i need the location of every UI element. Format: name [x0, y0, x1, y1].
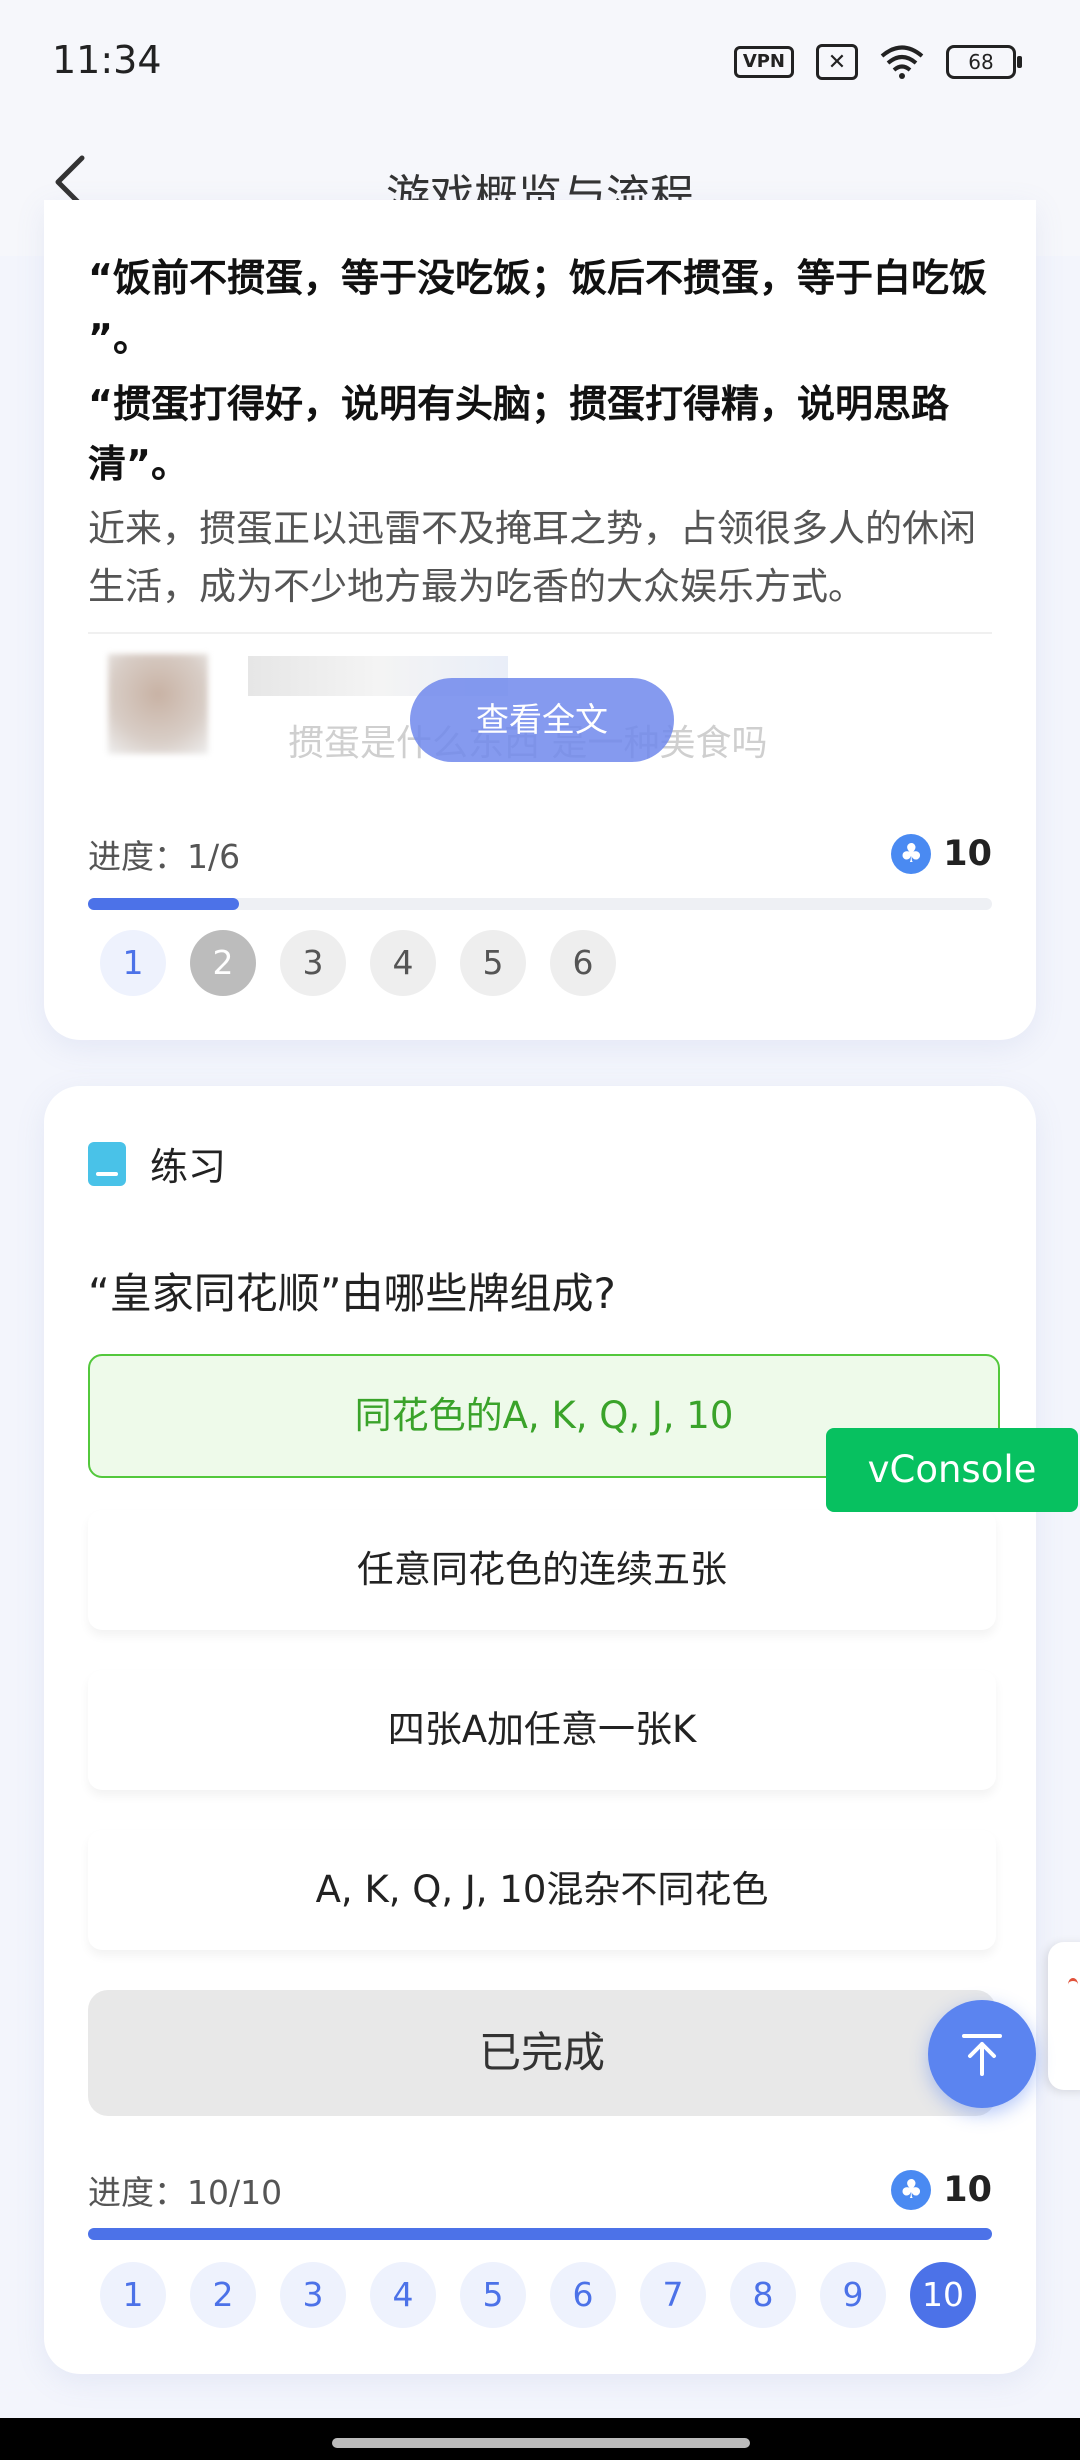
wifi-icon [1068, 1978, 1078, 1991]
coin-icon: ♣ [891, 834, 932, 874]
step-1[interactable]: 1 [100, 930, 166, 996]
wifi-icon [880, 45, 924, 79]
home-indicator[interactable] [332, 2438, 750, 2448]
coin-count: 10 [943, 834, 992, 874]
progress-label: 进度：1/6 [88, 837, 241, 876]
article-quote-1: “饭前不掼蛋，等于没吃饭；饭后不掼蛋，等于白吃饭 ”。 [88, 256, 987, 360]
status-icons: VPN ✕ 68 [733, 44, 1022, 80]
scroll-to-top-button[interactable] [928, 2000, 1036, 2108]
progress-bar [88, 898, 992, 910]
avatar [108, 654, 208, 754]
coin-icon: ♣ [891, 2170, 932, 2210]
progress-bar [88, 2228, 992, 2240]
section-header: 练习 [88, 1136, 226, 1191]
step-5[interactable]: 5 [460, 2262, 526, 2328]
gesture-bar [0, 2418, 1080, 2460]
practice-card: 练习 “皇家同花顺”由哪些牌组成? 同花色的A, K, Q, J, 10 任意同… [44, 1086, 1036, 2374]
step-8[interactable]: 8 [730, 2262, 796, 2328]
completed-button[interactable]: 已完成 [88, 1990, 996, 2116]
lesson-progress-row: 进度：1/6 ♣ 10 [88, 830, 992, 878]
step-3[interactable]: 3 [280, 2262, 346, 2328]
coin-group: ♣ 10 [891, 834, 992, 874]
step-2[interactable]: 2 [190, 930, 256, 996]
progress-bar-fill [88, 2228, 992, 2240]
article-quote-2: “掼蛋打得好，说明有头脑；掼蛋打得精，说明思路清”。 [88, 382, 949, 486]
step-2[interactable]: 2 [190, 2262, 256, 2328]
vpn-icon: VPN [733, 46, 794, 78]
step-6[interactable]: 6 [550, 930, 616, 996]
step-5[interactable]: 5 [460, 930, 526, 996]
practice-progress-row: 进度：10/10 ♣ 10 [88, 2166, 992, 2214]
coin-group: ♣ 10 [891, 2170, 992, 2210]
article-content: “饭前不掼蛋，等于没吃饭；饭后不掼蛋，等于白吃饭 ”。 “掼蛋打得好，说明有头脑… [88, 248, 992, 616]
step-9[interactable]: 9 [820, 2262, 886, 2328]
step-7[interactable]: 7 [640, 2262, 706, 2328]
article-card: “饭前不掼蛋，等于没吃饭；饭后不掼蛋，等于白吃饭 ”。 “掼蛋打得好，说明有头脑… [44, 200, 1036, 1040]
edge-widget[interactable] [1048, 1942, 1080, 2090]
article-paragraph: 近来，掼蛋正以迅雷不及掩耳之势，占领很多人的休闲生活，成为不少地方最为吃香的大众… [88, 507, 976, 608]
no-sim-icon: ✕ [816, 44, 858, 80]
step-4[interactable]: 4 [370, 930, 436, 996]
answer-option[interactable]: 四张A加任意一张K [88, 1670, 996, 1790]
battery-icon: 68 [946, 45, 1022, 79]
section-title: 练习 [150, 1145, 227, 1189]
question-text: “皇家同花顺”由哪些牌组成? [88, 1269, 616, 1318]
answer-option[interactable]: A, K, Q, J, 10混杂不同花色 [88, 1830, 996, 1950]
progress-bar-fill [88, 898, 239, 910]
note-icon [88, 1141, 126, 1186]
step-6[interactable]: 6 [550, 2262, 616, 2328]
step-4[interactable]: 4 [370, 2262, 436, 2328]
step-indicator: 1 2 3 4 5 6 7 8 9 10 [100, 2262, 976, 2328]
answer-option[interactable]: 任意同花色的连续五张 [88, 1510, 996, 1630]
step-3[interactable]: 3 [280, 930, 346, 996]
coin-count: 10 [943, 2170, 992, 2210]
arrow-up-icon [962, 2034, 1002, 2076]
progress-label: 进度：10/10 [88, 2173, 283, 2212]
status-bar: 11:34 VPN ✕ 68 [0, 0, 1080, 104]
step-indicator: 123456 [100, 930, 616, 996]
step-1[interactable]: 1 [100, 2262, 166, 2328]
status-time: 11:34 [52, 38, 162, 82]
vconsole-button[interactable]: vConsole [826, 1428, 1078, 1512]
read-more-button[interactable]: 查看全文 [410, 678, 674, 762]
step-10[interactable]: 10 [910, 2262, 976, 2328]
